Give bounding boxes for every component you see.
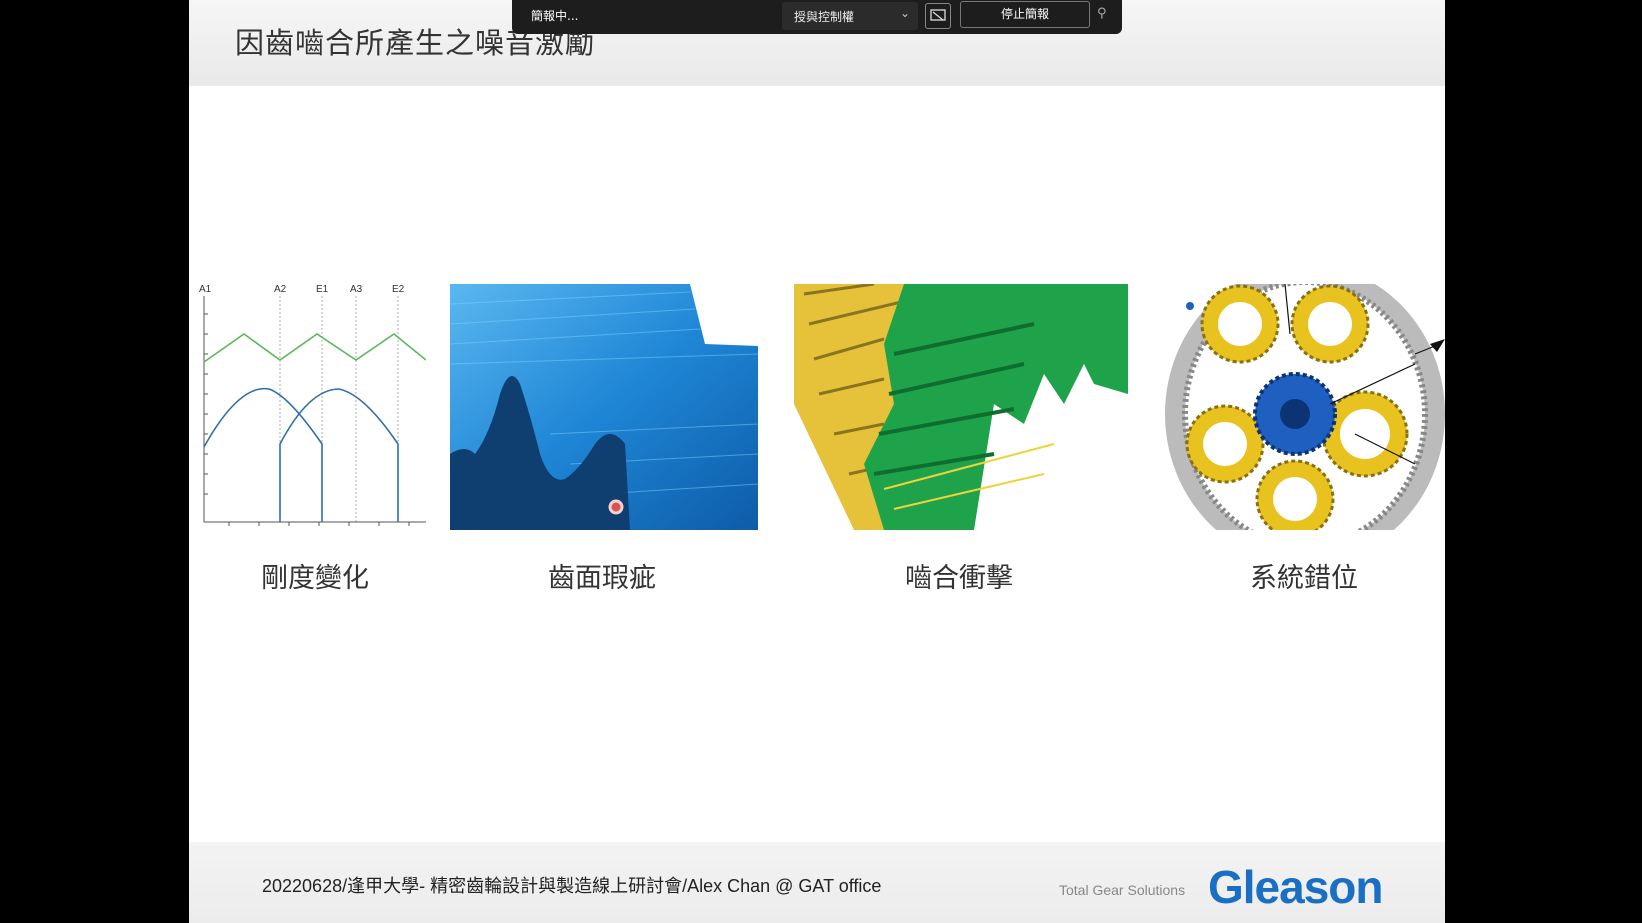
stiffness-variation-chart: A1 A2 E1 A3 E2 xyxy=(199,284,426,530)
total-stiffness-curve xyxy=(203,333,426,363)
marker-label: A1 xyxy=(199,284,212,295)
screen-share-icon[interactable] xyxy=(925,3,951,29)
footer-text: 20220628/逢甲大學- 精密齒輪設計與製造線上研討會/Alex Chan … xyxy=(262,876,882,896)
planetary-gear-misalignment-render xyxy=(1165,284,1445,530)
marker-label: E1 xyxy=(316,284,329,295)
give-control-dropdown[interactable]: 授與控制權 ⌄ xyxy=(782,2,918,30)
presentation-slide: 因齒嚙合所產生之噪音激勵 A1 A2 E1 A3 E2 剛度變化 齒面瑕疵 嚙合… xyxy=(189,0,1445,923)
caption-meshing-impact: 嚙合衝擊 xyxy=(905,563,1013,594)
marker-label: E2 xyxy=(392,284,405,295)
tooth-pair-2-curve xyxy=(279,388,399,522)
slide-footer: 20220628/逢甲大學- 精密齒輪設計與製造線上研討會/Alex Chan … xyxy=(189,842,1445,923)
chevron-down-icon: ⌄ xyxy=(899,6,910,20)
presentation-toolbar: 簡報中... 授與控制權 ⌄ 停止簡報 ⚲ xyxy=(512,0,1122,34)
caption-system-misalignment: 系統錯位 xyxy=(1250,563,1358,594)
stop-presenting-button[interactable]: 停止簡報 xyxy=(960,1,1090,28)
caption-stiffness-variation: 剛度變化 xyxy=(261,563,369,594)
gleason-logo: Gleason xyxy=(1208,861,1384,913)
marker-label: A2 xyxy=(274,284,287,295)
presenting-status: 簡報中... xyxy=(531,9,579,23)
caption-tooth-flank-defect: 齒面瑕疵 xyxy=(548,563,656,594)
marker-label: A3 xyxy=(350,284,363,295)
give-control-label: 授與控制權 xyxy=(794,10,855,24)
tooth-flank-defect-render xyxy=(450,284,758,530)
pin-icon[interactable]: ⚲ xyxy=(1097,6,1107,21)
company-tagline: Total Gear Solutions xyxy=(1059,882,1186,898)
meshing-impact-render xyxy=(794,284,1128,530)
